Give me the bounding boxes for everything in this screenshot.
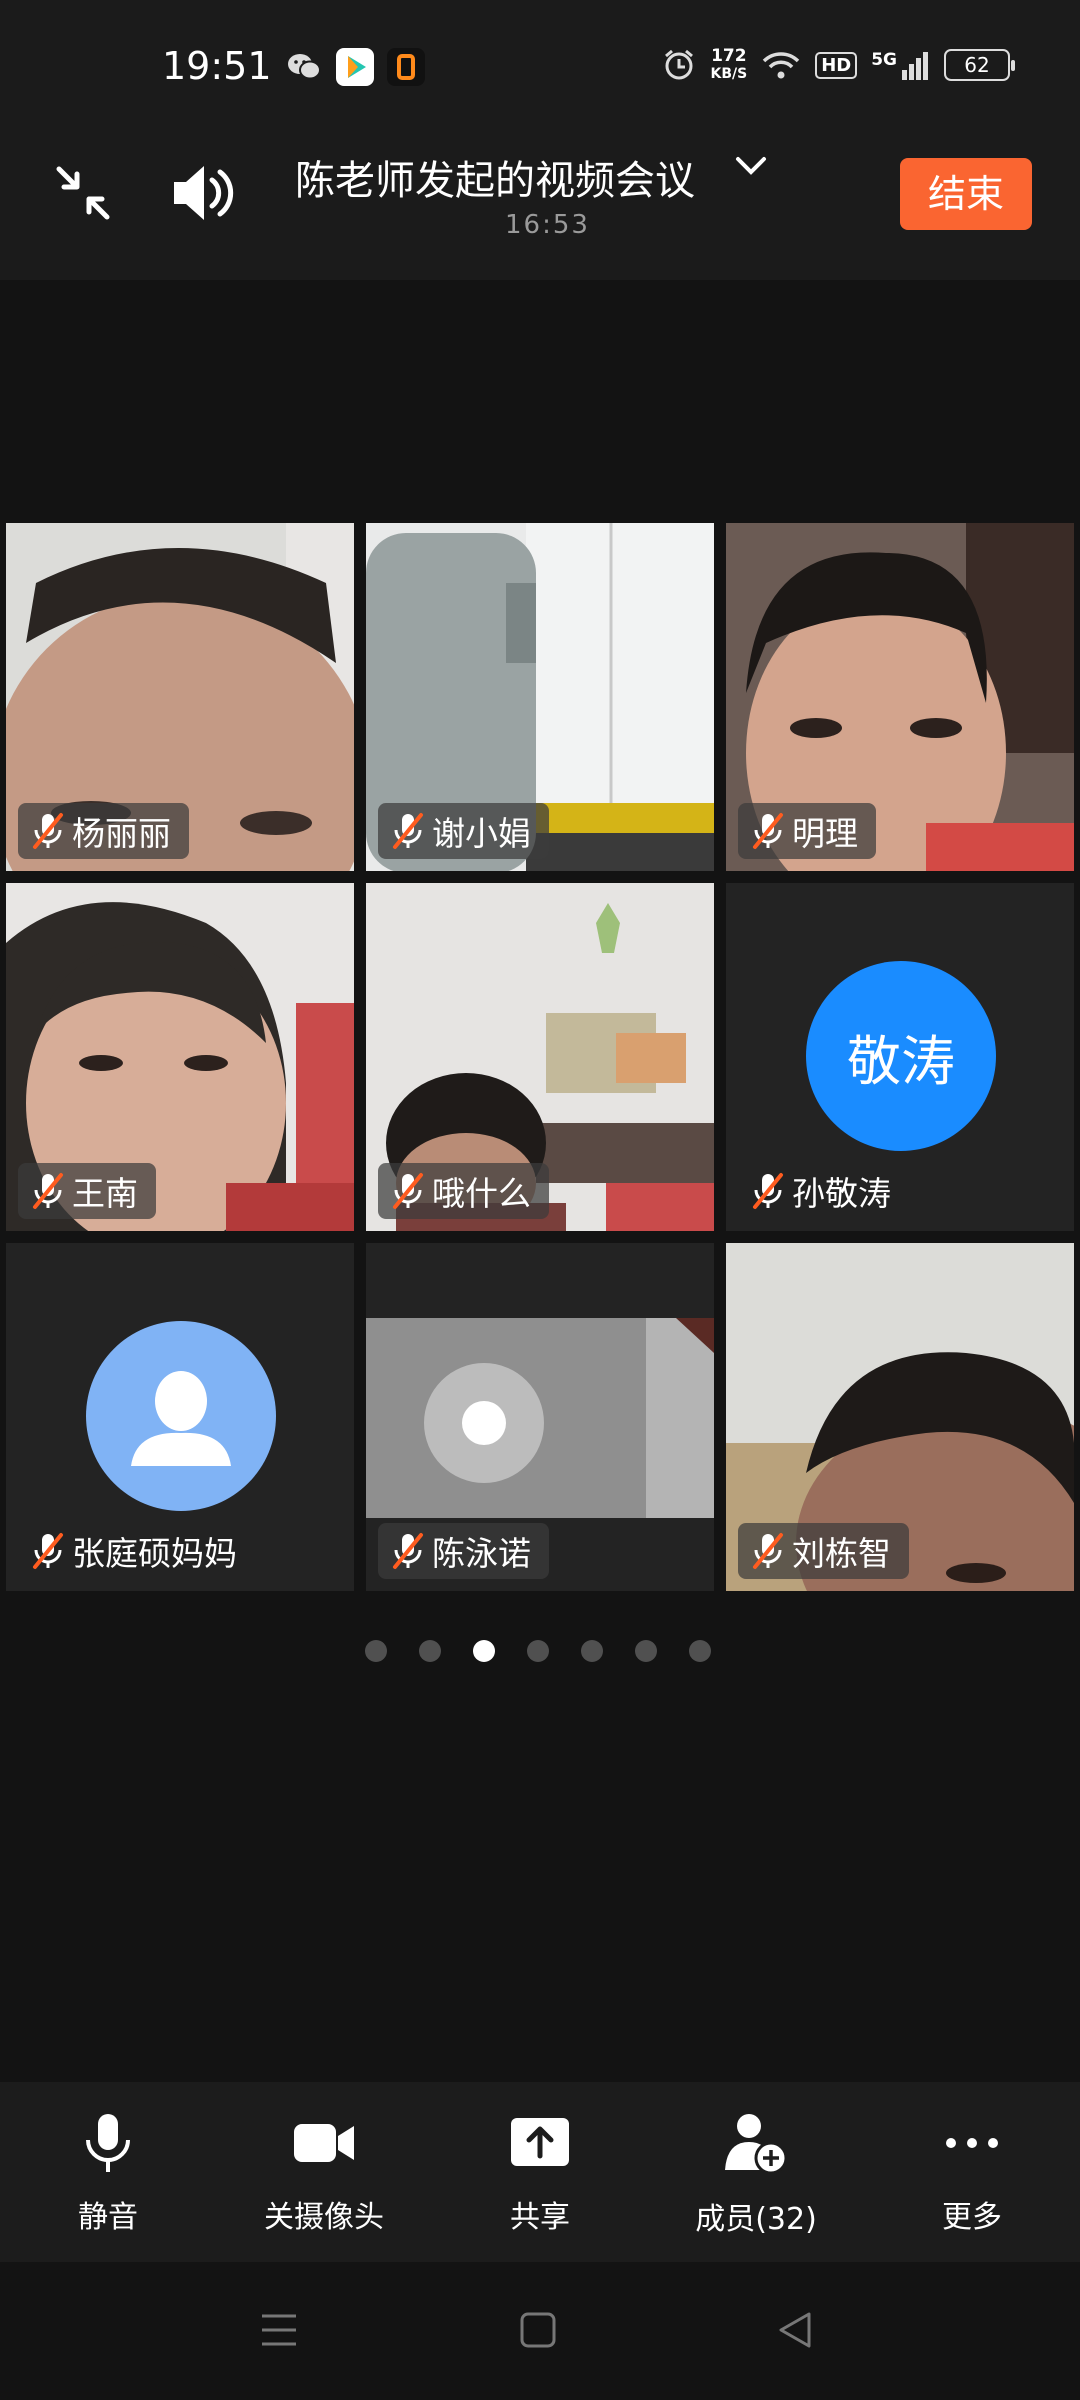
hd-badge: HD [815,51,858,79]
microphone-icon [86,2114,130,2172]
participant-name-tag: 哦什么 [378,1163,549,1219]
members-label: 成员(32) [695,2202,817,2237]
members-button[interactable]: 成员(32) [656,2112,856,2238]
mic-off-icon [33,1533,63,1569]
participant-name-tag: 明理 [738,803,876,859]
participant-name-tag: 刘栋智 [738,1523,909,1579]
signal-icon [902,52,928,80]
page-dot[interactable] [365,1640,387,1662]
participant-name: 哦什么 [432,1174,531,1213]
chevron-down-icon[interactable] [735,154,767,182]
page-dot[interactable] [635,1640,657,1662]
net-speed: 172 KB/S [710,47,747,83]
participant-tile[interactable]: 刘栋智 [726,1243,1074,1591]
share-button[interactable]: 共享 [440,2112,640,2236]
participant-tile[interactable]: 杨丽丽 [6,523,354,871]
camera-icon [294,2124,354,2162]
wechat-icon [285,48,323,86]
participant-name: 谢小娟 [432,814,531,853]
home-icon[interactable] [518,2310,558,2354]
participant-name: 杨丽丽 [72,814,171,853]
mic-off-icon [33,813,63,849]
participant-name-tag: 陈泳诺 [378,1523,549,1579]
more-button[interactable]: 更多 [872,2112,1072,2236]
mic-off-icon [753,1533,783,1569]
alarm-icon [665,49,694,80]
net-speed-value: 172 [711,46,747,66]
participant-name: 王南 [72,1174,138,1213]
mic-off-icon [393,1173,423,1209]
mic-off-icon [753,1173,783,1209]
participant-tile[interactable]: 陈泳诺 [366,1243,714,1591]
mic-off-icon [393,813,423,849]
network-type: 5G [871,50,897,70]
participant-tile[interactable]: 明理 [726,523,1074,871]
person-icon [131,1371,231,1466]
notification-app-icon [387,48,425,86]
end-meeting-button[interactable]: 结束 [900,158,1032,230]
participant-tile[interactable]: 谢小娟 [366,523,714,871]
avatar-initials: 敬涛 [847,1029,955,1093]
page-dot[interactable] [527,1640,549,1662]
add-member-icon [725,2114,788,2175]
mic-off-icon [393,1533,423,1569]
participant-name: 陈泳诺 [432,1534,531,1573]
status-time: 19:51 [162,44,272,88]
camera-off-label: 关摄像头 [264,2200,384,2235]
avatar: 敬涛 [806,961,996,1151]
mute-button[interactable]: 静音 [8,2112,208,2236]
net-speed-unit: KB/S [710,66,748,82]
mic-off-icon [33,1173,63,1209]
participant-name-tag: 孙敬涛 [738,1163,909,1219]
participant-name: 明理 [792,814,858,853]
signal-5g: 5G [871,50,930,80]
participant-tile[interactable]: 哦什么 [366,883,714,1231]
page-dot[interactable] [689,1640,711,1662]
participant-name: 孙敬涛 [792,1174,891,1213]
more-icon [946,2138,998,2148]
mic-off-icon [753,813,783,849]
participant-tile[interactable]: 张庭硕妈妈 [6,1243,354,1591]
page-indicator[interactable] [365,1640,711,1662]
speaker-icon[interactable] [170,162,236,228]
camera-off-button[interactable]: 关摄像头 [224,2112,424,2236]
system-nav-bar [0,2262,1080,2400]
participant-name-tag: 张庭硕妈妈 [18,1523,255,1579]
mute-label: 静音 [78,2200,138,2235]
share-icon [511,2118,569,2166]
meeting-toolbar: 静音 关摄像头 共享 成员(32) 更多 [0,2082,1080,2262]
participant-name-tag: 谢小娟 [378,803,549,859]
participant-tile[interactable]: 敬涛 孙敬涛 [726,883,1074,1231]
back-icon[interactable] [775,2310,815,2354]
participant-name: 张庭硕妈妈 [72,1534,237,1573]
meeting-timer: 16:53 [505,210,590,240]
share-label: 共享 [510,2200,570,2235]
page-dot-active[interactable] [473,1640,495,1662]
page-dot[interactable] [581,1640,603,1662]
meeting-title[interactable]: 陈老师发起的视频会议 [295,148,695,206]
battery-indicator: 62 [944,49,1015,81]
avatar [86,1321,276,1511]
participant-tile[interactable]: 王南 [6,883,354,1231]
wifi-icon [762,52,800,79]
participant-name-tag: 杨丽丽 [18,803,189,859]
more-label: 更多 [942,2200,1002,2235]
meeting-header: 陈老师发起的视频会议 16:53 结束 [0,130,1080,280]
page-dot[interactable] [419,1640,441,1662]
participant-name-tag: 王南 [18,1163,156,1219]
minimize-window-icon[interactable] [55,165,111,225]
status-bar: 19:51 172 KB/S HD 5G 62 [0,0,1080,130]
menu-icon[interactable] [258,2310,300,2354]
participant-name: 刘栋智 [792,1534,891,1573]
video-app-icon [336,48,374,86]
status-indicators: 172 KB/S HD 5G 62 [662,40,1015,90]
